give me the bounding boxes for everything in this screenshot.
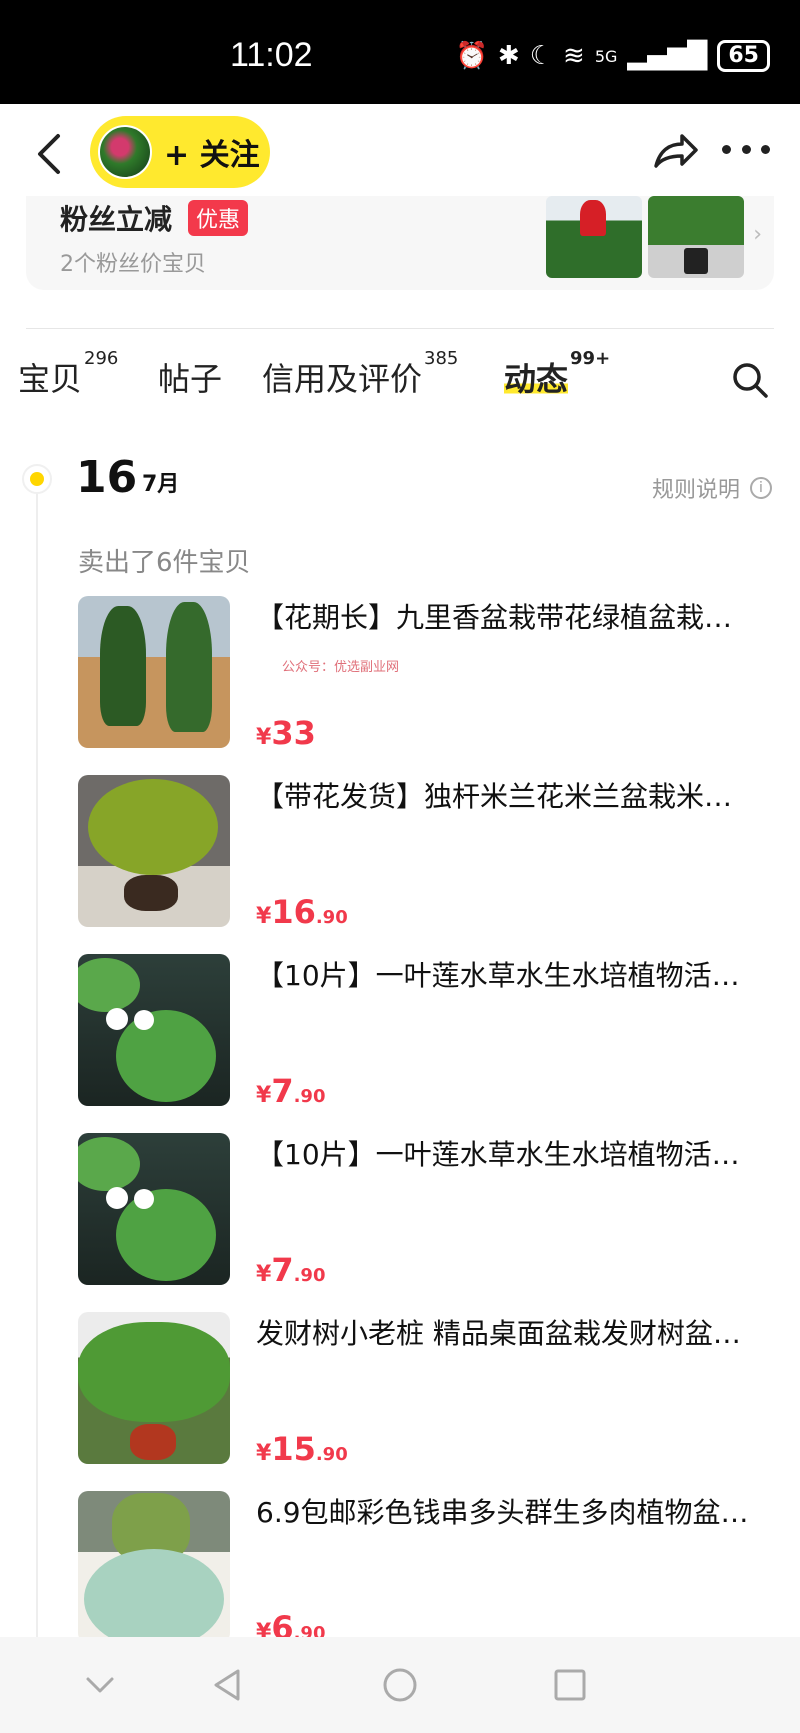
share-icon[interactable] (650, 126, 700, 176)
watermark-text: 公众号：优选副业网 (282, 660, 400, 675)
timeline-day: 16 (76, 452, 138, 503)
timeline-month: 7月 (142, 472, 180, 497)
product-title: 【10片】一叶莲水草水生水培植物活… (256, 959, 740, 992)
back-triangle-icon[interactable] (208, 1665, 248, 1705)
tab-products[interactable]: 宝贝296 (18, 348, 118, 400)
fan-discount-card[interactable]: 粉丝立减 优惠 2个粉丝价宝贝 › (26, 196, 774, 290)
signal-icon: ▂▄▆█ (627, 41, 708, 71)
product-title: 【10片】一叶莲水草水生水培植物活… (256, 1138, 740, 1171)
timeline-dot (22, 464, 52, 494)
wifi-icon: ≋ (563, 41, 585, 71)
chevron-down-icon[interactable] (80, 1665, 120, 1705)
sold-summary: 卖出了6件宝贝 (78, 548, 251, 578)
list-item[interactable]: 【花期长】九里香盆栽带花绿植盆栽… ¥33 (78, 596, 778, 752)
shop-avatar[interactable] (98, 125, 152, 179)
product-price: ¥15.90 (256, 1430, 348, 1468)
tab-count: 385 (424, 348, 459, 369)
battery-indicator: 65 (717, 40, 770, 72)
product-title: 【带花发货】独杆米兰花米兰盆栽米… (256, 780, 733, 813)
list-item[interactable]: 【带花发货】独杆米兰花米兰盆栽米… ¥16.90 (78, 775, 778, 931)
product-image[interactable] (78, 1312, 230, 1464)
tab-posts[interactable]: 帖子 (158, 354, 222, 400)
product-title: 6.9包邮彩色钱串多头群生多肉植物盆… (256, 1496, 749, 1529)
status-icons: ⏰ ✱ ☾ ≋ 5G ▂▄▆█ 65 (456, 40, 770, 72)
divider (26, 328, 774, 329)
network-type: 5G (594, 46, 618, 66)
product-price: ¥16.90 (256, 893, 348, 931)
discount-badge: 优惠 (188, 200, 249, 236)
system-nav-bar (0, 1637, 800, 1733)
top-nav: + 关注 (0, 104, 800, 200)
timeline-line (36, 480, 38, 1640)
list-item[interactable]: 【10片】一叶莲水草水生水培植物活… ¥7.90 (78, 1133, 778, 1289)
status-bar: 11:02 ⏰ ✱ ☾ ≋ 5G ▂▄▆█ 65 (0, 0, 800, 104)
chevron-right-icon: › (753, 222, 762, 247)
tab-count: 296 (84, 348, 119, 369)
product-image[interactable] (78, 596, 230, 748)
product-image[interactable] (78, 1133, 230, 1285)
recents-square-icon[interactable] (550, 1665, 590, 1705)
moon-icon: ☾ (529, 41, 554, 71)
bluetooth-icon: ✱ (497, 41, 520, 71)
back-arrow-icon[interactable] (30, 124, 70, 184)
product-title: 发财树小老桩 精品桌面盆栽发财树盆… (256, 1317, 741, 1350)
rules-label: 规则说明 (651, 478, 740, 503)
tab-activity[interactable]: 动态99+ (504, 348, 610, 400)
info-icon: i (750, 477, 772, 499)
list-item[interactable]: 6.9包邮彩色钱串多头群生多肉植物盆… ¥6.90 (78, 1491, 778, 1647)
home-circle-icon[interactable] (380, 1665, 420, 1705)
tab-reviews[interactable]: 信用及评价385 (262, 348, 458, 400)
status-time: 11:02 (230, 36, 313, 74)
product-title: 【花期长】九里香盆栽带花绿植盆栽… (256, 601, 733, 634)
fan-product-image-2[interactable] (648, 196, 744, 278)
follow-label: + 关注 (164, 138, 260, 173)
product-price: ¥33 (256, 714, 316, 752)
tab-count: 99+ (570, 348, 611, 369)
product-image[interactable] (78, 775, 230, 927)
search-icon[interactable] (730, 360, 770, 400)
list-item[interactable]: 发财树小老桩 精品桌面盆栽发财树盆… ¥15.90 (78, 1312, 778, 1468)
product-price: ¥7.90 (256, 1072, 326, 1110)
product-price: ¥7.90 (256, 1251, 326, 1289)
shop-tabs: 宝贝296 帖子 信用及评价385 动态99+ (0, 340, 800, 430)
fan-card-subtitle: 2个粉丝价宝贝 (60, 252, 206, 277)
fan-card-title: 粉丝立减 (60, 203, 173, 236)
product-image[interactable] (78, 1491, 230, 1643)
follow-button[interactable]: + 关注 (90, 116, 270, 188)
product-image[interactable] (78, 954, 230, 1106)
list-item[interactable]: 【10片】一叶莲水草水生水培植物活… ¥7.90 (78, 954, 778, 1110)
more-icon[interactable] (722, 134, 770, 164)
rules-link[interactable]: 规则说明 i (652, 472, 772, 504)
fan-product-image-1[interactable] (546, 196, 642, 278)
alarm-icon: ⏰ (455, 41, 488, 71)
